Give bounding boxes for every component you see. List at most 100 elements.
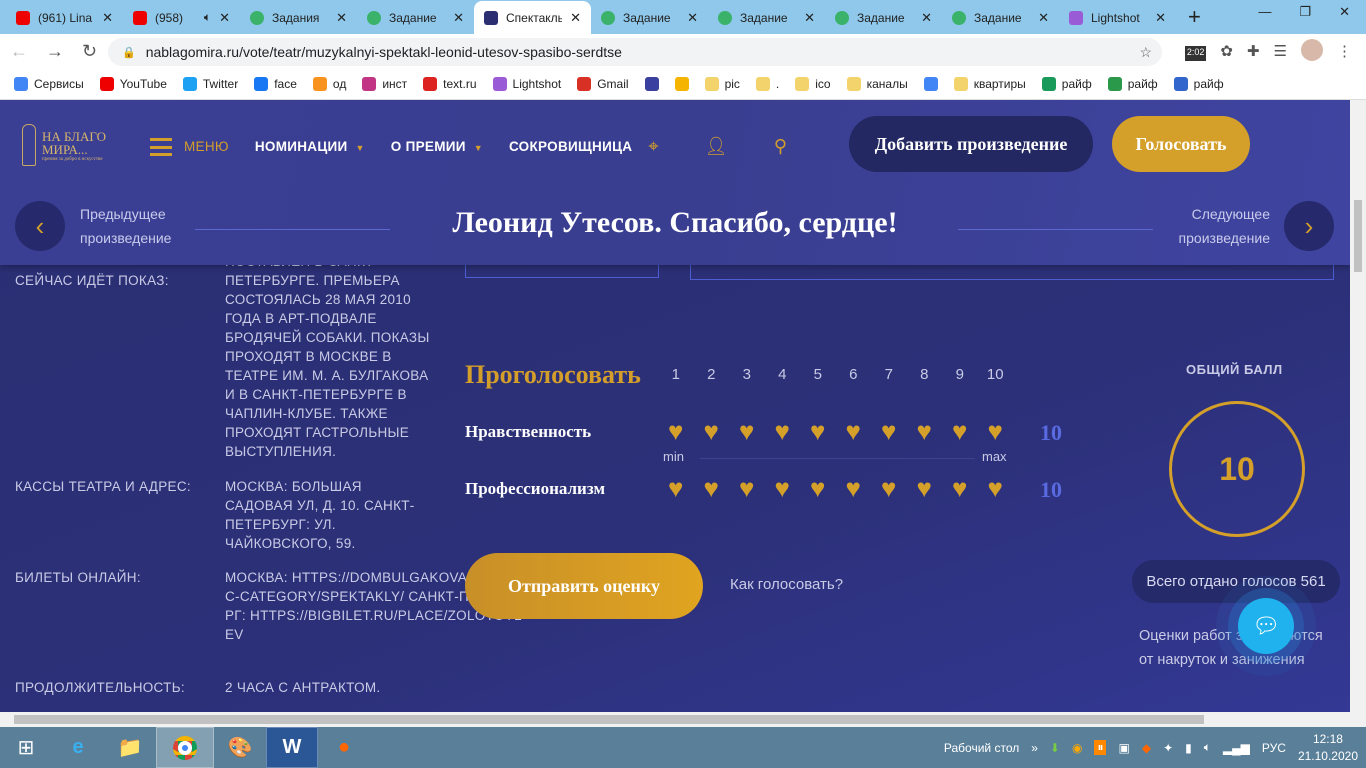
firefox-icon[interactable]: ● [318, 727, 370, 768]
bookmark[interactable]: face [254, 77, 297, 91]
bookmark[interactable]: pic [704, 77, 740, 91]
avast-icon[interactable]: ◆ [1142, 741, 1151, 755]
puzzle-icon[interactable]: ✚ [1247, 42, 1260, 61]
bookmark[interactable]: Twitter [182, 77, 238, 91]
new-tab-button[interactable]: + [1176, 1, 1213, 34]
tab-close-icon[interactable]: ✕ [921, 10, 932, 26]
word-icon[interactable]: W [266, 727, 318, 768]
heart-icon[interactable]: ♥ [942, 418, 978, 444]
desktop-toolbar-label[interactable]: Рабочий стол [944, 741, 1019, 755]
bookmark-star-icon[interactable]: ☆ [1139, 44, 1152, 61]
user-icon[interactable]: 👤︎ [705, 136, 728, 157]
forward-button[interactable]: → [46, 41, 64, 62]
heart-icon[interactable]: ♥ [658, 475, 694, 501]
app-tray-icon[interactable]: ▣ [1118, 741, 1129, 755]
heart-icon[interactable]: ♥ [836, 418, 872, 444]
close-window-button[interactable]: ✕ [1339, 4, 1350, 20]
expand-icon[interactable]: » [1031, 741, 1038, 755]
horizontal-scrollbar[interactable] [0, 712, 1366, 727]
tab-close-icon[interactable]: ✕ [453, 10, 464, 26]
bookmark[interactable]: райф [1041, 77, 1092, 91]
url-bar[interactable]: 🔒 nablagomira.ru/vote/teatr/muzykalnyi-s… [108, 38, 1162, 66]
more-icon[interactable]: ⋮ [1337, 42, 1352, 61]
heart-icon[interactable]: ♥ [907, 418, 943, 444]
bookmark[interactable] [674, 77, 689, 91]
hamburger-icon[interactable] [150, 137, 172, 156]
heart-icon[interactable]: ♥ [978, 475, 1014, 501]
tab-7[interactable]: Задание ✕ [825, 1, 942, 34]
menu-link[interactable]: МЕНЮ [184, 139, 229, 154]
nav-nominations[interactable]: НОМИНАЦИИ ▼ [255, 139, 365, 154]
tab-6[interactable]: Задание ✕ [708, 1, 825, 34]
extension-badge[interactable]: 2:02 [1184, 46, 1207, 61]
bookmark[interactable]: райф [1173, 77, 1224, 91]
add-work-button[interactable]: Добавить произведение [849, 116, 1093, 172]
back-button[interactable]: ← [10, 41, 28, 62]
scroll-thumb[interactable] [14, 715, 1204, 724]
heart-icon[interactable]: ♥ [800, 475, 836, 501]
bookmark[interactable]: . [755, 77, 779, 91]
next-work-button[interactable]: › [1284, 201, 1334, 251]
next-work-label[interactable]: Следующее произведение [1179, 202, 1270, 250]
avatar[interactable] [1301, 39, 1323, 61]
heart-icon[interactable]: ♥ [658, 418, 694, 444]
nav-about[interactable]: О ПРЕМИИ ▼ [391, 139, 483, 154]
nav-treasury[interactable]: СОКРОВИЩНИЦА [509, 139, 632, 154]
ie-icon[interactable]: e [52, 727, 104, 768]
heart-icon[interactable]: ♥ [871, 475, 907, 501]
heart-rating-morality[interactable]: ♥ ♥ ♥ ♥ ♥ ♥ ♥ ♥ ♥ ♥ [658, 418, 1013, 444]
location-pin-icon[interactable]: ⌖ [648, 136, 658, 157]
tab-1[interactable]: (958) 🔈︎ ✕ [123, 1, 240, 34]
bookmark[interactable] [644, 77, 659, 91]
tab-2[interactable]: Задания ✕ [240, 1, 357, 34]
tab-close-icon[interactable]: ✕ [804, 10, 815, 26]
chat-widget-button[interactable]: 💬︎ [1238, 598, 1294, 654]
heart-icon[interactable]: ♥ [942, 475, 978, 501]
bookmark[interactable]: Lightshot [492, 77, 561, 91]
tab-4[interactable]: Спектакль ✕ [474, 1, 591, 34]
submit-rating-button[interactable]: Отправить оценку [465, 553, 703, 619]
bookmark[interactable]: text.ru [423, 77, 477, 91]
minimize-button[interactable]: — [1258, 4, 1271, 20]
explorer-icon[interactable]: 📁 [104, 727, 156, 768]
bookmark[interactable]: од [312, 77, 346, 91]
vote-button[interactable]: Голосовать [1112, 116, 1250, 172]
restore-button[interactable]: ❐ [1299, 4, 1311, 20]
tab-close-icon[interactable]: ✕ [219, 10, 230, 26]
search-icon[interactable]: ⚲ [774, 136, 787, 157]
heart-rating-professionalism[interactable]: ♥ ♥ ♥ ♥ ♥ ♥ ♥ ♥ ♥ ♥ [658, 475, 1013, 501]
reload-button[interactable]: ↻ [82, 41, 97, 62]
extension-icon[interactable]: ✿ [1220, 42, 1233, 61]
bookmark[interactable]: квартиры [953, 77, 1026, 91]
heart-icon[interactable]: ♥ [694, 475, 730, 501]
playlist-icon[interactable]: ☰ [1274, 42, 1287, 61]
tab-0[interactable]: (961) Lina ✕ [6, 1, 123, 34]
tab-close-icon[interactable]: ✕ [687, 10, 698, 26]
heart-icon[interactable]: ♥ [800, 418, 836, 444]
bookmark[interactable]: Gmail [577, 77, 629, 91]
tab-close-icon[interactable]: ✕ [1155, 10, 1166, 26]
network-tray-icon[interactable]: ✦ [1163, 741, 1173, 755]
app-tray-icon[interactable]: ◉ [1072, 741, 1082, 755]
bookmark[interactable]: Сервисы [14, 77, 84, 91]
tab-close-icon[interactable]: ✕ [336, 10, 347, 26]
tab-5[interactable]: Задание ✕ [591, 1, 708, 34]
bookmark[interactable]: инст [362, 77, 407, 91]
tab-close-icon[interactable]: ✕ [102, 10, 113, 26]
heart-icon[interactable]: ♥ [694, 418, 730, 444]
tab-3[interactable]: Задание ✕ [357, 1, 474, 34]
heart-icon[interactable]: ♥ [836, 475, 872, 501]
heart-icon[interactable]: ♥ [978, 418, 1014, 444]
pause-icon[interactable]: ⏸ [1094, 740, 1107, 755]
tab-close-icon[interactable]: ✕ [570, 10, 581, 26]
start-button[interactable]: ⊞ [0, 727, 52, 768]
audio-icon[interactable]: 🔈︎ [204, 10, 211, 25]
paint-icon[interactable]: 🎨 [214, 727, 266, 768]
bookmark[interactable]: ico [795, 77, 831, 91]
tab-9[interactable]: Lightshot ✕ [1059, 1, 1176, 34]
signal-icon[interactable]: ▂▄▆ [1223, 741, 1250, 755]
bookmark[interactable]: YouTube [99, 77, 167, 91]
heart-icon[interactable]: ♥ [765, 418, 801, 444]
bookmark[interactable]: райф [1107, 77, 1158, 91]
bookmark[interactable]: каналы [846, 77, 908, 91]
